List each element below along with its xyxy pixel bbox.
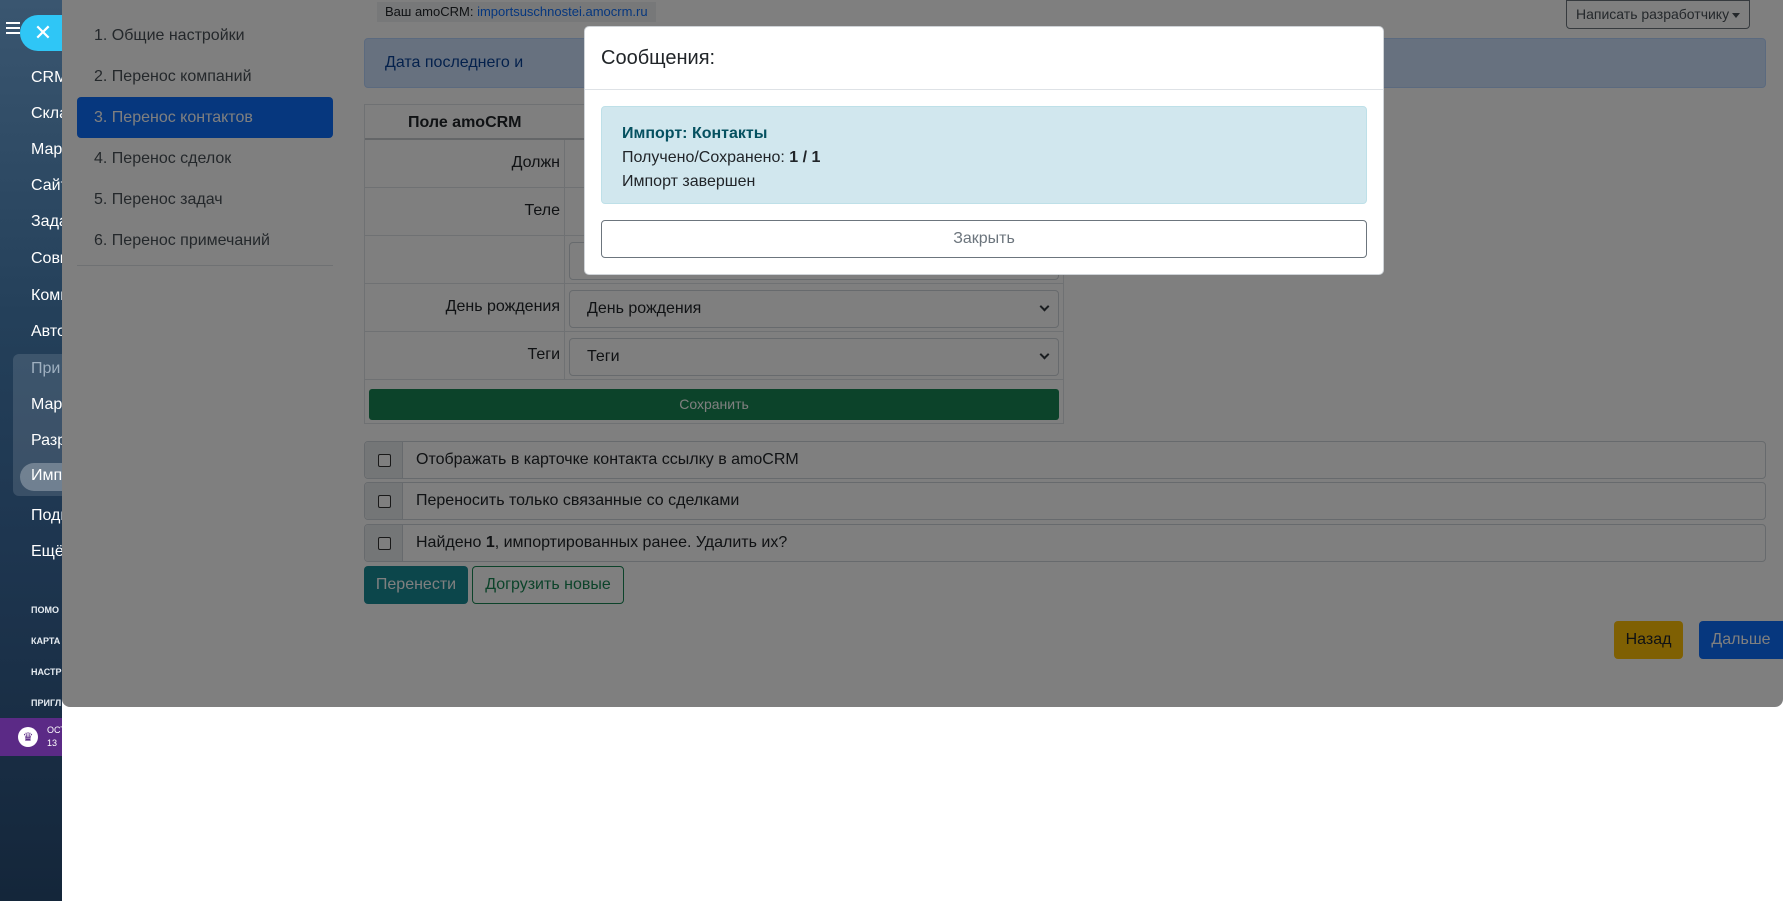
sidebar-item-more[interactable]: Ещё <box>31 543 62 561</box>
sidebar-item-sites[interactable]: Сайт <box>31 177 62 195</box>
sidebar-item-collab[interactable]: Совм <box>31 250 62 268</box>
sidebar-item-company[interactable]: Комп <box>31 287 62 305</box>
sidebar-item-automation[interactable]: Авто <box>31 323 62 341</box>
tariff-promo[interactable]: ♛ ОСТ 13 <box>0 718 62 756</box>
sidebar-item-import[interactable]: Имп <box>31 467 62 485</box>
hamburger-menu-icon[interactable] <box>6 22 20 34</box>
promo-text: ОСТ 13 <box>47 725 62 748</box>
sidebar-item-marketing[interactable]: Мар <box>31 141 62 159</box>
modal-header: Сообщения: <box>585 27 1383 90</box>
sidebar-item-subscription[interactable]: Подп <box>31 507 62 525</box>
modal-close-button[interactable]: Закрыть <box>601 220 1367 258</box>
messages-modal: Сообщения: Импорт: Контакты Получено/Сох… <box>584 26 1384 275</box>
sidebar-link-invite[interactable]: ПРИГЛ <box>31 698 61 708</box>
import-status: Импорт завершен <box>622 173 756 190</box>
sidebar-item-inventory[interactable]: Скла <box>31 105 62 123</box>
modal-title: Сообщения: <box>601 47 716 69</box>
sidebar-item-apps[interactable]: При <box>31 360 60 378</box>
crown-icon: ♛ <box>18 727 38 747</box>
import-result-alert: Импорт: Контакты Получено/Сохранено: 1 /… <box>601 106 1367 204</box>
import-result-title: Импорт: Контакты <box>622 125 768 142</box>
sidebar-link-map[interactable]: КАРТА <box>31 636 60 646</box>
empty-area <box>62 707 1783 901</box>
sidebar-item-crm[interactable]: CRM <box>31 69 62 87</box>
sidebar-link-help[interactable]: ПОМО <box>31 605 59 615</box>
sidebar-link-settings[interactable]: НАСТР <box>31 667 62 677</box>
portal-sidebar: CRM Скла Мар Сайт Зада Совм Комп Авто Пр… <box>0 0 62 901</box>
sidebar-item-market[interactable]: Мар <box>31 396 62 414</box>
sidebar-item-tasks[interactable]: Зада <box>31 213 62 231</box>
app-frame: 1. Общие настройки 2. Перенос компаний 3… <box>62 0 1783 707</box>
close-slider-button[interactable]: ✕ <box>20 15 62 51</box>
sidebar-item-dev[interactable]: Разр <box>31 432 62 450</box>
import-received-saved: Получено/Сохранено: 1 / 1 <box>622 149 821 166</box>
close-icon: ✕ <box>33 20 53 45</box>
